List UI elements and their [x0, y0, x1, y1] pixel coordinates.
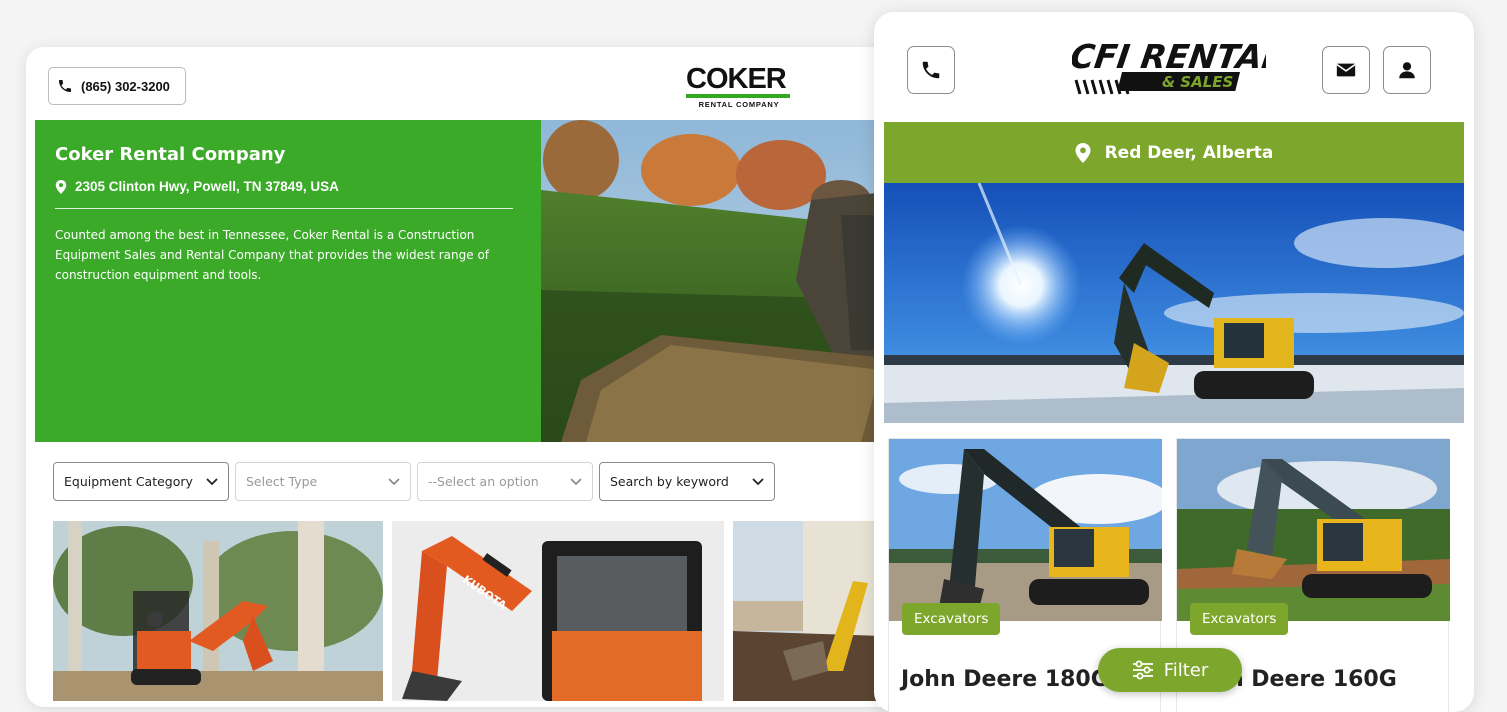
coker-hero-title: Coker Rental Company	[55, 144, 286, 165]
envelope-icon	[1336, 63, 1356, 77]
cfi-logo[interactable]: CFI RENTALS & SALES	[1068, 32, 1310, 102]
cfi-location-text: Red Deer, Alberta	[1104, 142, 1274, 163]
chevron-down-icon	[570, 477, 582, 485]
coker-address-text: 2305 Clinton Hwy, Powell, TN 37849, USA	[75, 179, 339, 194]
coker-logo-word: COKER	[686, 63, 787, 95]
coker-hero-description: Counted among the best in Tennessee, Cok…	[55, 228, 490, 282]
category-badge: Excavators	[1190, 603, 1289, 635]
equipment-category-select[interactable]: Equipment Category	[53, 462, 229, 501]
coker-address: 2305 Clinton Hwy, Powell, TN 37849, USA	[55, 179, 521, 194]
coker-hero-photo	[541, 120, 906, 442]
cfi-hero-photo	[884, 183, 1464, 423]
filter-button-label: Filter	[1163, 659, 1209, 681]
filter-button[interactable]: Filter	[1098, 648, 1242, 692]
phone-icon	[59, 80, 71, 92]
chevron-down-icon	[752, 477, 764, 485]
coker-logo-sub: RENTAL COMPANY	[698, 100, 780, 109]
hero-divider	[55, 208, 513, 209]
map-pin-icon	[55, 179, 67, 194]
coker-phone-number: (865) 302-3200	[81, 78, 170, 94]
cfi-site-window: CFI RENTALS & SALES Red Deer, Alberta Ex…	[874, 12, 1474, 712]
equipment-card-photo[interactable]: KUBOTA	[392, 521, 724, 701]
equipment-card-photo[interactable]	[53, 521, 383, 701]
cfi-account-button[interactable]	[1383, 46, 1431, 94]
sliders-icon	[1132, 660, 1153, 680]
keyword-search-label: Search by keyword	[610, 474, 729, 489]
cfi-logo-line2: & SALES	[1162, 73, 1233, 91]
select-option-label: --Select an option	[428, 474, 539, 489]
equipment-card-photo[interactable]	[733, 521, 883, 701]
coker-site-window: (865) 302-3200 COKER RENTAL COMPANY Coke…	[26, 47, 906, 707]
equipment-card-photo	[889, 439, 1162, 621]
select-type-label: Select Type	[246, 474, 318, 489]
cfi-phone-button[interactable]	[907, 46, 955, 94]
user-icon	[1399, 62, 1415, 79]
coker-hero-info: Coker Rental Company 2305 Clinton Hwy, P…	[35, 120, 541, 442]
coker-phone-button[interactable]: (865) 302-3200	[48, 67, 186, 105]
keyword-search-select[interactable]: Search by keyword	[599, 462, 775, 501]
category-badge: Excavators	[902, 603, 1001, 635]
cfi-location-bar[interactable]: Red Deer, Alberta	[884, 122, 1464, 183]
select-option-select[interactable]: --Select an option	[417, 462, 593, 501]
chevron-down-icon	[206, 477, 218, 485]
phone-icon	[922, 61, 940, 79]
equipment-title: John Deere 180G	[901, 667, 1109, 692]
coker-equipment-grid: KUBOTA	[53, 521, 883, 701]
equipment-category-label: Equipment Category	[64, 474, 193, 489]
coker-filter-bar: Equipment Category Select Type --Select …	[53, 462, 775, 501]
chevron-down-icon	[388, 477, 400, 485]
cfi-email-button[interactable]	[1322, 46, 1370, 94]
select-type-select[interactable]: Select Type	[235, 462, 411, 501]
coker-logo[interactable]: COKER RENTAL COMPANY	[686, 65, 796, 109]
cfi-logo-line1: CFI RENTALS	[1072, 37, 1266, 76]
equipment-card-photo	[1177, 439, 1450, 621]
map-pin-icon	[1075, 142, 1091, 163]
